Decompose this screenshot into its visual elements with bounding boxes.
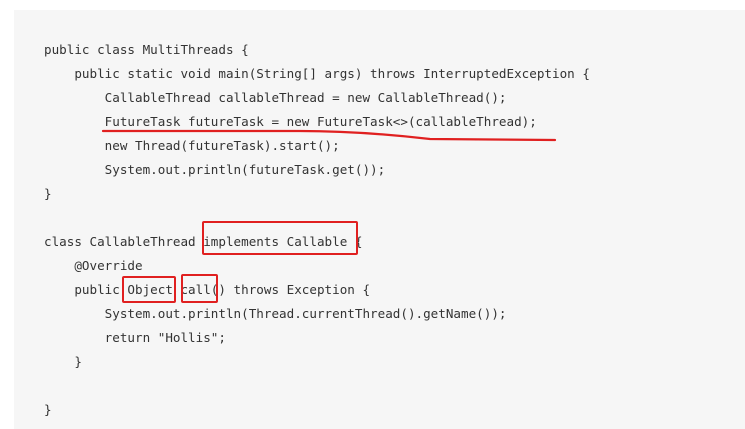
code-line-7: } bbox=[44, 186, 52, 201]
code-line-5: new Thread(futureTask).start(); bbox=[44, 138, 340, 153]
code-line-13: return "Hollis"; bbox=[44, 330, 226, 345]
code-line-4: FutureTask futureTask = new FutureTask<>… bbox=[44, 114, 537, 129]
code-line-1: public class MultiThreads { bbox=[44, 42, 249, 57]
code-line-16: } bbox=[44, 402, 52, 417]
code-line-12: System.out.println(Thread.currentThread(… bbox=[44, 306, 507, 321]
code-line-14: } bbox=[44, 354, 82, 369]
code-line-11: public Object call() throws Exception { bbox=[44, 282, 371, 297]
code-line-6: System.out.println(futureTask.get()); bbox=[44, 162, 386, 177]
code-line-10: @Override bbox=[44, 258, 143, 273]
code-line-2: public static void main(String[] args) t… bbox=[44, 66, 590, 81]
code-line-9: class CallableThread implements Callable… bbox=[44, 234, 363, 249]
code-line-3: CallableThread callableThread = new Call… bbox=[44, 90, 507, 105]
